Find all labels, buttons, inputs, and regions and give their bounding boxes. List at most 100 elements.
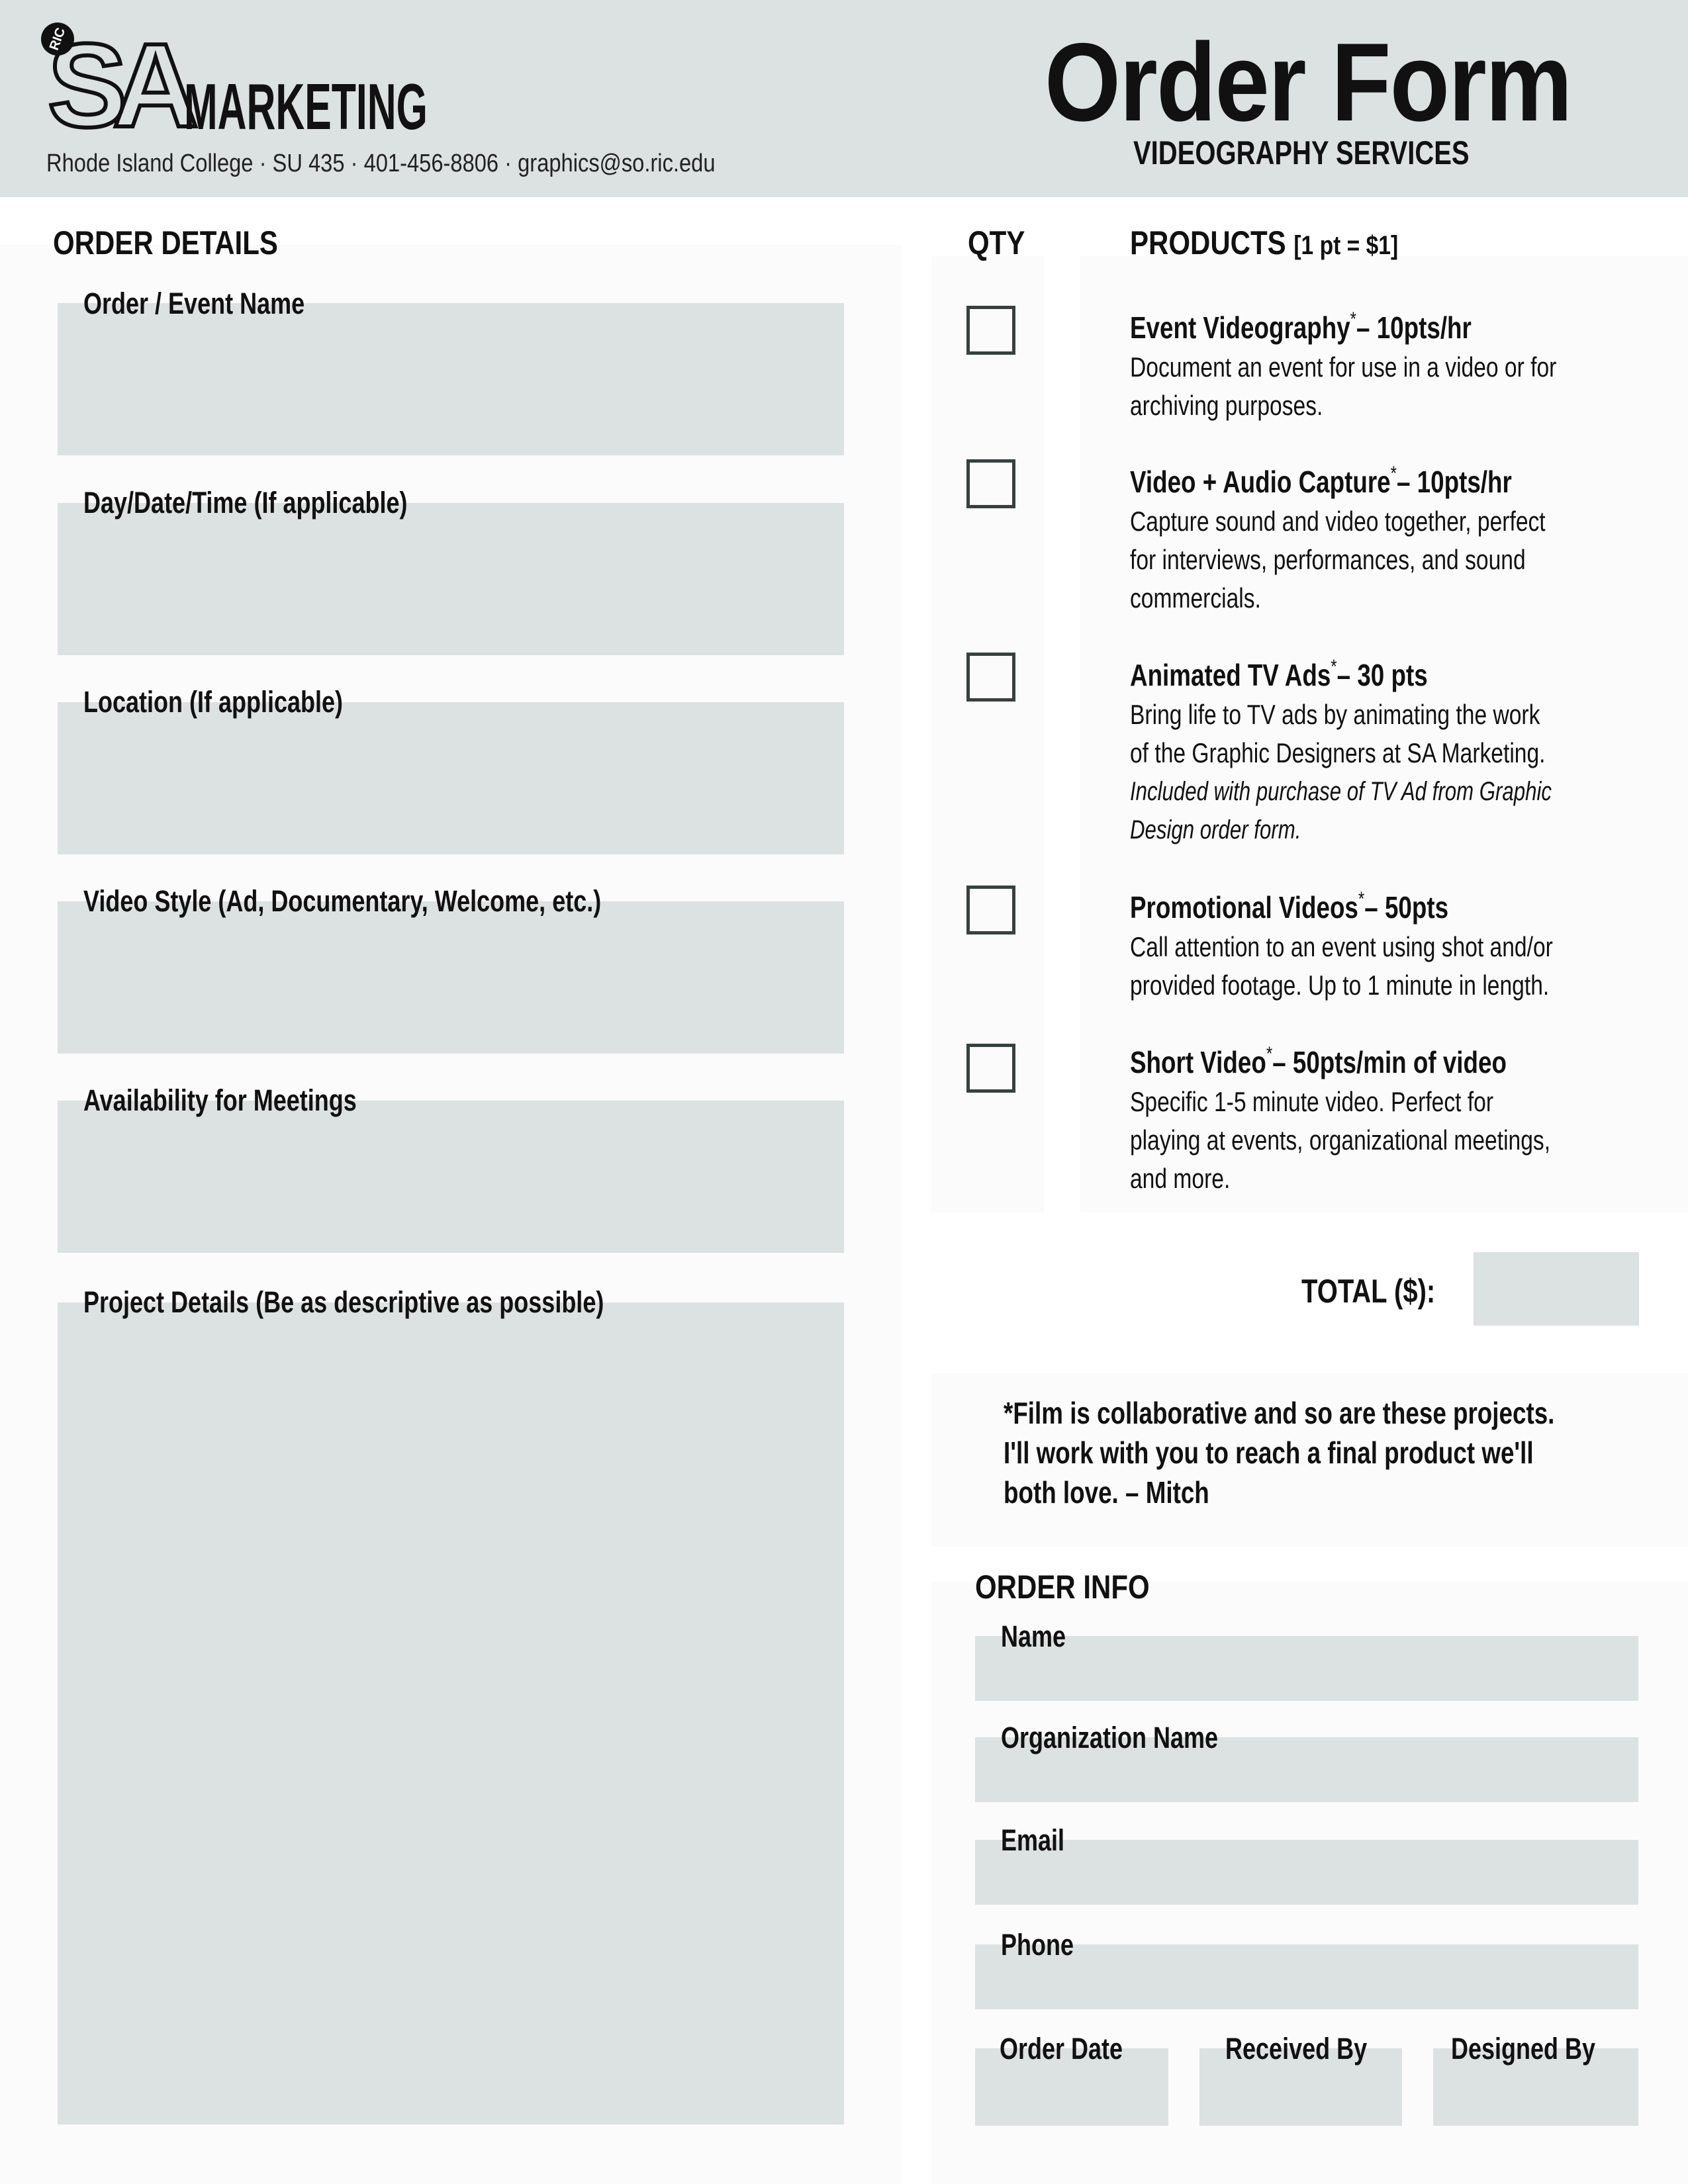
- product-desc-short-video: Specific 1-5 minute video. Perfect for p…: [1130, 1083, 1656, 1198]
- product-title-promotional-videos: Promotional Videos*– 50pts: [1130, 889, 1528, 925]
- product-note-line: Included with purchase of TV Ad from Gra…: [1130, 777, 1552, 806]
- product-price: – 30 pts: [1336, 658, 1428, 692]
- products-heading-text: PRODUCTS: [1130, 224, 1286, 261]
- qty-heading: QTY: [968, 226, 1036, 259]
- qty-checkbox-short-video[interactable]: [966, 1044, 1015, 1093]
- qty-checkbox-video-audio-capture[interactable]: [966, 459, 1015, 508]
- phone-label: Phone: [1001, 1930, 1092, 1960]
- product-title-video-audio-capture: Video + Audio Capture*– 10pts/hr: [1130, 464, 1607, 499]
- total-label: TOTAL ($):: [1301, 1272, 1469, 1310]
- product-price: – 10pts/hr: [1396, 465, 1512, 499]
- product-desc-line: for interviews, performances, and sound: [1130, 544, 1526, 575]
- product-asterisk: *: [1350, 308, 1357, 330]
- qty-heading-text: QTY: [968, 224, 1025, 261]
- product-asterisk: *: [1266, 1043, 1273, 1065]
- email-label: Email: [1001, 1825, 1080, 1855]
- products-heading-note: [1 pt = $1]: [1293, 231, 1399, 260]
- product-desc-line: archiving purposes.: [1130, 390, 1323, 421]
- project-details-field[interactable]: [58, 1302, 844, 2124]
- logo-wordmark: MARKETING: [184, 74, 577, 139]
- product-name: Video + Audio Capture: [1130, 465, 1391, 499]
- product-asterisk: *: [1358, 888, 1365, 910]
- product-desc-line: commercials.: [1130, 582, 1261, 614]
- product-asterisk: *: [1331, 656, 1337, 678]
- collaboration-note: *Film is collaborative and so are these …: [1004, 1393, 1688, 1512]
- product-asterisk: *: [1390, 463, 1397, 484]
- project-details-label: Project Details (Be as descriptive as po…: [83, 1287, 734, 1317]
- order-date-label-text: Order Date: [1000, 2032, 1123, 2066]
- product-name: Promotional Videos: [1130, 890, 1358, 925]
- name-label: Name: [1001, 1621, 1082, 1651]
- location-label: Location (If applicable): [83, 687, 408, 717]
- contact-info-text: Rhode Island College · SU 435 · 401-456-…: [46, 150, 716, 177]
- product-note-animated-tv-ads: Included with purchase of TV Ad from Gra…: [1130, 772, 1671, 849]
- order-event-name-label-text: Order / Event Name: [83, 287, 305, 320]
- logo-wordmark-text: MARKETING: [184, 70, 428, 143]
- project-details-label-text: Project Details (Be as descriptive as po…: [83, 1285, 604, 1319]
- product-desc-line: Specific 1-5 minute video. Perfect for: [1130, 1086, 1494, 1117]
- location-label-text: Location (If applicable): [83, 685, 344, 719]
- order-event-name-label: Order / Event Name: [83, 289, 360, 318]
- product-name: Event Videography: [1130, 310, 1350, 345]
- page-title-text: Order Form: [1045, 20, 1572, 144]
- day-date-time-field[interactable]: [58, 503, 844, 655]
- products-heading: PRODUCTS [1 pt = $1]: [1130, 226, 1449, 259]
- order-info-heading-text: ORDER INFO: [975, 1569, 1150, 1606]
- product-desc-animated-tv-ads: Bring life to TV ads by animating the wo…: [1130, 696, 1649, 772]
- order-details-heading: ORDER DETAILS: [53, 226, 321, 259]
- product-desc-line: playing at events, organizational meetin…: [1130, 1124, 1551, 1156]
- page-subtitle: VIDEOGRAPHY SERVICES: [1133, 134, 1553, 172]
- order-details-heading-text: ORDER DETAILS: [53, 224, 278, 261]
- qty-checkbox-animated-tv-ads[interactable]: [966, 653, 1015, 702]
- received-by-label-text: Received By: [1225, 2032, 1368, 2066]
- total-label-text: TOTAL ($):: [1301, 1273, 1436, 1310]
- product-price: – 50pts: [1364, 890, 1449, 925]
- note-line: I'll work with you to reach a final prod…: [1004, 1435, 1534, 1470]
- product-desc-line: Document an event for use in a video or …: [1130, 351, 1557, 383]
- location-field[interactable]: [58, 702, 844, 854]
- order-event-name-field[interactable]: [58, 303, 844, 455]
- day-date-time-label: Day/Date/Time (If applicable): [83, 488, 489, 518]
- received-by-label: Received By: [1225, 2034, 1403, 2064]
- note-line: both love. – Mitch: [1004, 1475, 1209, 1510]
- page-title: Order Form: [1045, 26, 1643, 138]
- phone-label-text: Phone: [1001, 1928, 1074, 1962]
- name-label-text: Name: [1001, 1619, 1066, 1653]
- order-info-heading: ORDER INFO: [975, 1570, 1183, 1604]
- product-price: – 10pts/hr: [1356, 310, 1472, 345]
- email-label-text: Email: [1001, 1823, 1065, 1857]
- qty-checkbox-promotional-videos[interactable]: [966, 886, 1015, 934]
- organization-name-label-text: Organization Name: [1001, 1721, 1219, 1754]
- organization-name-label: Organization Name: [1001, 1723, 1272, 1752]
- product-title-animated-tv-ads: Animated TV Ads*– 30 pts: [1130, 657, 1502, 692]
- product-desc-line: and more.: [1130, 1163, 1231, 1194]
- availability-label-text: Availability for Meetings: [83, 1083, 357, 1117]
- product-desc-line: Call attention to an event using shot an…: [1130, 931, 1553, 962]
- product-name: Animated TV Ads: [1130, 658, 1331, 692]
- product-desc-line: of the Graphic Designers at SA Marketing…: [1130, 737, 1546, 768]
- video-style-field[interactable]: [58, 901, 844, 1054]
- product-desc-line: provided footage. Up to 1 minute in leng…: [1130, 970, 1550, 1001]
- designed-by-label-text: Designed By: [1451, 2032, 1596, 2066]
- day-date-time-label-text: Day/Date/Time (If applicable): [83, 486, 408, 520]
- product-title-short-video: Short Video*– 50pts/min of video: [1130, 1044, 1601, 1079]
- availability-label: Availability for Meetings: [83, 1085, 425, 1115]
- page-subtitle-text: VIDEOGRAPHY SERVICES: [1133, 134, 1470, 171]
- product-title-event-videography: Event Videography*– 10pts/hr: [1130, 310, 1557, 345]
- note-line: *Film is collaborative and so are these …: [1004, 1396, 1555, 1430]
- video-style-label-text: Video Style (Ad, Documentary, Welcome, e…: [83, 884, 602, 918]
- video-style-label: Video Style (Ad, Documentary, Welcome, e…: [83, 886, 731, 916]
- product-desc-video-audio-capture: Capture sound and video together, perfec…: [1130, 502, 1650, 617]
- order-date-label: Order Date: [1000, 2034, 1154, 2064]
- total-field[interactable]: [1474, 1252, 1639, 1326]
- product-desc-promotional-videos: Call attention to an event using shot an…: [1130, 928, 1659, 1005]
- qty-checkbox-event-videography[interactable]: [966, 306, 1015, 355]
- product-name: Short Video: [1130, 1045, 1266, 1079]
- product-desc-line: Capture sound and video together, perfec…: [1130, 506, 1546, 537]
- contact-info: Rhode Island College · SU 435 · 401-456-…: [46, 150, 824, 178]
- availability-field[interactable]: [58, 1101, 844, 1253]
- product-price: – 50pts/min of video: [1272, 1045, 1507, 1079]
- product-desc-line: Bring life to TV ads by animating the wo…: [1130, 699, 1540, 730]
- product-desc-event-videography: Document an event for use in a video or …: [1130, 348, 1663, 425]
- product-note-line: Design order form.: [1130, 815, 1301, 844]
